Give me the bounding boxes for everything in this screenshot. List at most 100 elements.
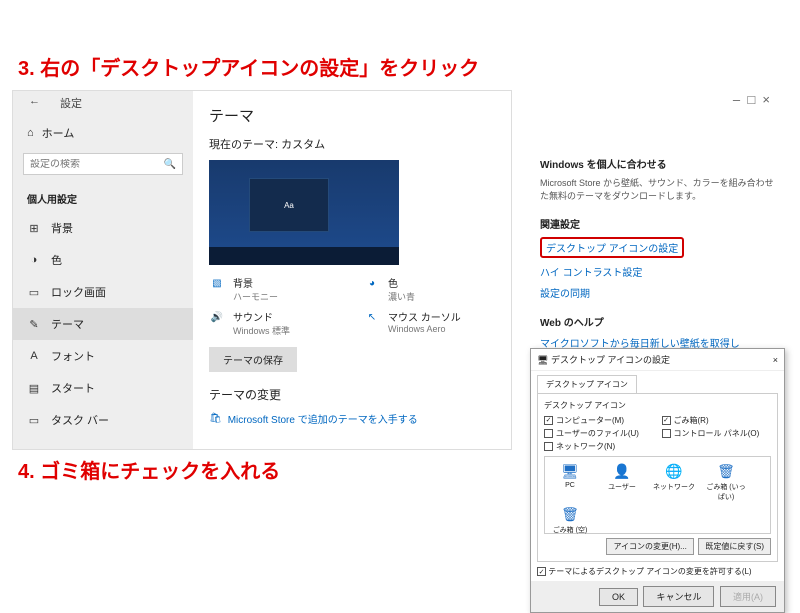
allow-theme-checkbox[interactable]: ✓ テーマによるデスクトップ アイコンの変更を許可する(L) xyxy=(537,566,778,577)
icon-preview-box: 🖥PC👤ユーザー🌐ネットワーク🗑ごみ箱 (いっぱい)🗑ごみ箱 (空) xyxy=(544,456,771,534)
sidebar-item-1[interactable]: ◑色 xyxy=(13,244,193,276)
desktop-icons-dialog: 🖥 デスクトップ アイコンの設定 × デスクトップ アイコン デスクトップ アイ… xyxy=(530,348,785,613)
checkbox-label: ユーザーのファイル(U) xyxy=(556,428,639,439)
checkbox-label: コントロール パネル(O) xyxy=(674,428,760,439)
checkbox-ネットワーク(N)[interactable]: ネットワーク(N) xyxy=(544,441,654,452)
sidebar-item-3[interactable]: ✎テーマ xyxy=(13,308,193,340)
nav-icon: ▭ xyxy=(27,414,41,427)
back-button[interactable]: ← xyxy=(29,95,40,111)
sidebar-item-0[interactable]: ⊞ 背景 xyxy=(13,212,193,244)
desktop-icon[interactable]: 🖥PC xyxy=(549,461,591,502)
store-link[interactable]: 🛍 Microsoft Store で追加のテーマを入手する xyxy=(209,411,495,426)
nav-icon: ⊞ xyxy=(27,222,41,235)
save-theme-button[interactable]: テーマの保存 xyxy=(209,347,297,372)
nav-icon: ✎ xyxy=(27,318,41,331)
option-title: 色 xyxy=(388,275,415,290)
main-panel: テーマ 現在のテーマ: カスタム Aa ▧背景ハーモニー◕色濃い青🔊サウンドWi… xyxy=(193,91,511,449)
titlebar: ← 設定 xyxy=(29,95,82,111)
high-contrast-link[interactable]: ハイ コントラスト設定 xyxy=(540,264,780,279)
icon-label: ユーザー xyxy=(601,482,643,492)
theme-option[interactable]: ▧ 背景ハーモニー xyxy=(209,275,340,303)
checkbox-コントロール パネル(O)[interactable]: コントロール パネル(O) xyxy=(662,428,772,439)
current-theme: 現在のテーマ: カスタム xyxy=(209,136,495,152)
close-button[interactable]: × xyxy=(773,355,778,365)
checkbox-コンピューター(M)[interactable]: ✓コンピューター(M) xyxy=(544,415,654,426)
dialog-title: 🖥 デスクトップ アイコンの設定 xyxy=(537,353,670,366)
ok-button[interactable]: OK xyxy=(599,588,638,606)
nav-icon: ◑ xyxy=(27,254,41,266)
checkbox-icon xyxy=(544,442,553,451)
nav-label: 色 xyxy=(51,252,62,268)
icon-glyph: 🖥 xyxy=(558,461,582,481)
sidebar-item-4[interactable]: A フォント xyxy=(13,340,193,372)
checkbox-ごみ箱(R)[interactable]: ✓ごみ箱(R) xyxy=(662,415,772,426)
right-panel: Windows を個人に合わせる Microsoft Store から壁紙、サウ… xyxy=(540,150,780,356)
sidebar-item-5[interactable]: ▤ スタート xyxy=(13,372,193,404)
search-box[interactable]: 🔍 xyxy=(23,153,183,175)
related-header: 関連設定 xyxy=(540,216,780,231)
desktop-icon[interactable]: 🗑ごみ箱 (いっぱい) xyxy=(705,461,747,502)
option-icon: 🔊 xyxy=(209,309,225,325)
window-title: 設定 xyxy=(60,95,82,111)
option-title: 背景 xyxy=(233,275,278,290)
instruction-step-4: 4. ゴミ箱にチェックを入れる xyxy=(18,455,280,484)
window-controls: ‒ □ × xyxy=(733,92,770,107)
home-icon: ⌂ xyxy=(27,127,34,139)
icon-glyph: 🗑 xyxy=(714,461,738,481)
theme-option[interactable]: 🔊サウンドWindows 標準 xyxy=(209,309,340,337)
theme-preview[interactable]: Aa xyxy=(209,160,399,265)
settings-window: ← 設定 ⌂ ホーム 🔍 個人用設定 ⊞背景◑色▭ロック画面✎テーマAフォント▤… xyxy=(12,90,512,450)
option-sub: Windows Aero xyxy=(388,324,461,334)
desktop-icon[interactable]: 🗑ごみ箱 (空) xyxy=(549,504,591,535)
allow-theme-label: テーマによるデスクトップ アイコンの変更を許可する(L) xyxy=(548,567,751,576)
desktop-icons-link[interactable]: デスクトップ アイコンの設定 xyxy=(540,237,684,258)
icon-glyph: 👤 xyxy=(610,461,634,481)
cancel-button[interactable]: キャンセル xyxy=(643,586,714,607)
nav-label: フォント xyxy=(51,348,95,364)
nav-icon: A xyxy=(27,350,41,362)
icon-label: ごみ箱 (空) xyxy=(549,525,591,535)
theme-option[interactable]: ↖ マウス カーソルWindows Aero xyxy=(364,309,495,337)
desktop-icon[interactable]: 👤ユーザー xyxy=(601,461,643,502)
nav-icon: ▭ xyxy=(27,286,41,299)
option-icon: ◕ xyxy=(364,275,380,291)
sync-settings-link[interactable]: 設定の同期 xyxy=(540,285,780,300)
theme-option[interactable]: ◕色濃い青 xyxy=(364,275,495,303)
nav-icon: ▤ xyxy=(27,382,41,395)
checkbox-label: コンピューター(M) xyxy=(556,415,624,426)
nav-label: ロック画面 xyxy=(51,284,106,300)
desktop-icon[interactable]: 🌐ネットワーク xyxy=(653,461,695,502)
checkbox-ユーザーのファイル(U)[interactable]: ユーザーのファイル(U) xyxy=(544,428,654,439)
dialog-tab[interactable]: デスクトップ アイコン xyxy=(537,375,637,393)
nav-label: 背景 xyxy=(51,220,73,236)
home-button[interactable]: ⌂ ホーム xyxy=(13,119,193,147)
option-title: マウス カーソル xyxy=(388,309,461,324)
apply-button[interactable]: 適用(A) xyxy=(720,586,776,607)
instruction-step-3: 3. 右の「デスクトップアイコンの設定」をクリック xyxy=(18,52,479,81)
restore-default-button[interactable]: 既定値に戻す(S) xyxy=(698,538,771,555)
store-link-label: Microsoft Store で追加のテーマを入手する xyxy=(228,411,418,426)
help-header: Web のヘルプ xyxy=(540,314,780,329)
store-icon: 🛍 xyxy=(209,413,222,424)
option-title: サウンド xyxy=(233,309,290,324)
preview-taskbar xyxy=(209,247,399,265)
checkbox-label: ネットワーク(N) xyxy=(556,441,615,452)
section-header: 個人用設定 xyxy=(13,181,193,212)
icon-label: PC xyxy=(549,482,591,489)
group-label: デスクトップ アイコン xyxy=(544,400,771,411)
icon-glyph: 🗑 xyxy=(558,504,582,524)
search-input[interactable] xyxy=(30,159,150,170)
checkbox-icon xyxy=(662,429,671,438)
personalize-header: Windows を個人に合わせる xyxy=(540,156,780,171)
home-label: ホーム xyxy=(42,125,75,141)
sidebar-item-6[interactable]: ▭タスク バー xyxy=(13,404,193,436)
option-sub: ハーモニー xyxy=(233,290,278,303)
page-title: テーマ xyxy=(209,105,495,126)
option-icon: ↖ xyxy=(364,309,380,325)
option-icon: ▧ xyxy=(209,275,225,291)
checkbox-icon xyxy=(544,429,553,438)
sidebar-item-2[interactable]: ▭ ロック画面 xyxy=(13,276,193,308)
change-icon-button[interactable]: アイコンの変更(H)... xyxy=(606,538,693,555)
nav-label: スタート xyxy=(51,380,95,396)
checkbox-icon: ✓ xyxy=(662,416,671,425)
